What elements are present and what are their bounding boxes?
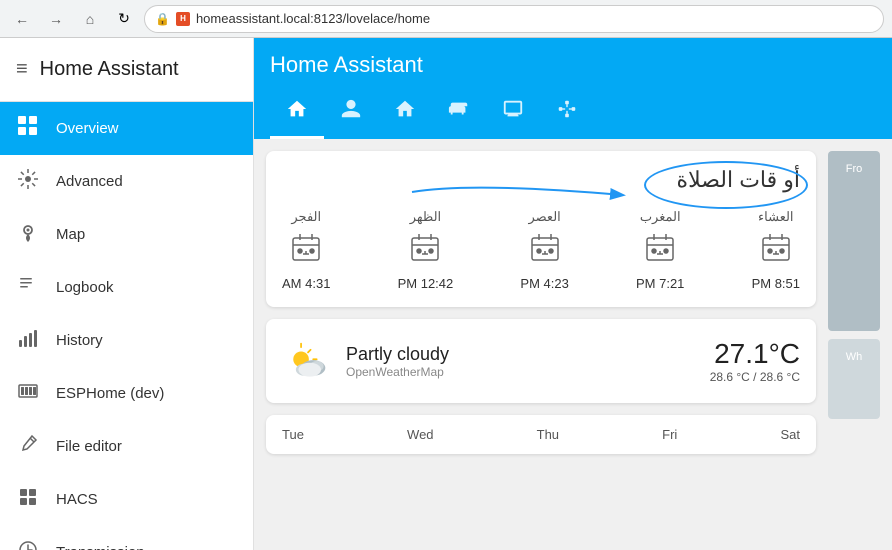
history-label: History [56, 332, 103, 349]
forecast-day-thu: Thu [537, 427, 559, 442]
url-text: homeassistant.local:8123/lovelace/home [196, 11, 430, 26]
sidebar-item-file-editor[interactable]: File editor [0, 420, 253, 473]
overview-label: Overview [56, 120, 119, 137]
favicon: H [176, 12, 190, 26]
weather-temperature: 27.1°C [710, 338, 800, 370]
page-content: أو قات الصلاة [254, 139, 892, 550]
forecast-day-sat: Sat [780, 427, 800, 442]
forward-button[interactable]: → [42, 5, 70, 33]
browser-chrome: ← → ⌂ ↻ 🔒 H homeassistant.local:8123/lov… [0, 0, 892, 38]
sidebar-item-logbook[interactable]: Logbook [0, 261, 253, 314]
file-editor-label: File editor [56, 438, 122, 455]
forecast-day-tue: Tue [282, 427, 304, 442]
weather-description: Partly cloudy [346, 344, 698, 365]
home-button[interactable]: ⌂ [76, 5, 104, 33]
prayer-time-dhuhr: الظهر 12 [398, 209, 454, 291]
advanced-label: Advanced [56, 173, 123, 190]
weather-info: Partly cloudy OpenWeatherMap [346, 344, 698, 379]
reload-button[interactable]: ↻ [110, 5, 138, 33]
hamburger-icon[interactable]: ≡ [16, 58, 28, 81]
hacs-label: HACS [56, 491, 98, 508]
tab-family[interactable] [324, 88, 378, 139]
esphome-label: ESPHome (dev) [56, 385, 164, 402]
address-bar[interactable]: 🔒 H homeassistant.local:8123/lovelace/ho… [144, 5, 884, 33]
right-panel-fro: Fro [828, 151, 880, 331]
sidebar-header: ≡ Home Assistant [0, 38, 253, 102]
prayer-time-ishaء: العشاء 8 [752, 209, 800, 291]
main-tabs [270, 88, 876, 139]
logbook-label: Logbook [56, 279, 114, 296]
prayer-times: العشاء 8 [282, 209, 800, 291]
right-panel-wh: Wh [828, 339, 880, 419]
sidebar: ≡ Home Assistant Overview [0, 38, 254, 550]
prayer-card: أو قات الصلاة [266, 151, 816, 307]
sidebar-item-transmission[interactable]: Transmission [0, 526, 253, 550]
weather-range: 28.6 °C / 28.6 °C [710, 370, 800, 384]
lock-icon: 🔒 [155, 12, 170, 26]
sidebar-item-map[interactable]: Map [0, 208, 253, 261]
sidebar-item-history[interactable]: History [0, 314, 253, 367]
sidebar-item-hacs[interactable]: HACS [0, 473, 253, 526]
sidebar-nav: Overview Advanced [0, 102, 253, 550]
prayer-card-title: أو قات الصلاة [282, 167, 800, 193]
weather-forecast: Tue Wed Thu Fri Sat [266, 415, 816, 454]
main-content: Home Assistant [254, 38, 892, 550]
forecast-day-fri: Fri [662, 427, 677, 442]
logbook-icon [16, 275, 40, 300]
app-container: ≡ Home Assistant Overview [0, 38, 892, 550]
tab-home[interactable] [270, 88, 324, 139]
app-title: Home Assistant [40, 58, 179, 81]
map-icon [16, 222, 40, 247]
tab-house[interactable] [378, 88, 432, 139]
advanced-icon [16, 169, 40, 194]
esphome-icon [16, 381, 40, 406]
sidebar-item-advanced[interactable]: Advanced [0, 155, 253, 208]
weather-icon [282, 335, 334, 387]
cards-area: أو قات الصلاة [266, 151, 816, 538]
prayer-time-maghrib: المغرب 7 [636, 209, 684, 291]
back-button[interactable]: ← [8, 5, 36, 33]
map-label: Map [56, 226, 85, 243]
transmission-icon [16, 540, 40, 550]
file-editor-icon [16, 434, 40, 459]
main-header: Home Assistant [254, 38, 892, 139]
weather-card: Partly cloudy OpenWeatherMap 27.1°C 28.6… [266, 319, 816, 403]
prayer-time-asr: العصر 4: [520, 209, 568, 291]
tab-network[interactable] [540, 88, 594, 139]
overview-icon [16, 116, 40, 141]
hacs-icon [16, 487, 40, 512]
weather-source: OpenWeatherMap [346, 365, 698, 379]
sidebar-item-overview[interactable]: Overview [0, 102, 253, 155]
forecast-day-wed: Wed [407, 427, 434, 442]
transmission-label: Transmission [56, 544, 145, 550]
history-icon [16, 328, 40, 353]
tab-monitor[interactable] [486, 88, 540, 139]
main-header-title: Home Assistant [270, 38, 876, 88]
prayer-time-fajr: الفجر 4: [282, 209, 330, 291]
sidebar-item-esphome[interactable]: ESPHome (dev) [0, 367, 253, 420]
tab-couch[interactable] [432, 88, 486, 139]
